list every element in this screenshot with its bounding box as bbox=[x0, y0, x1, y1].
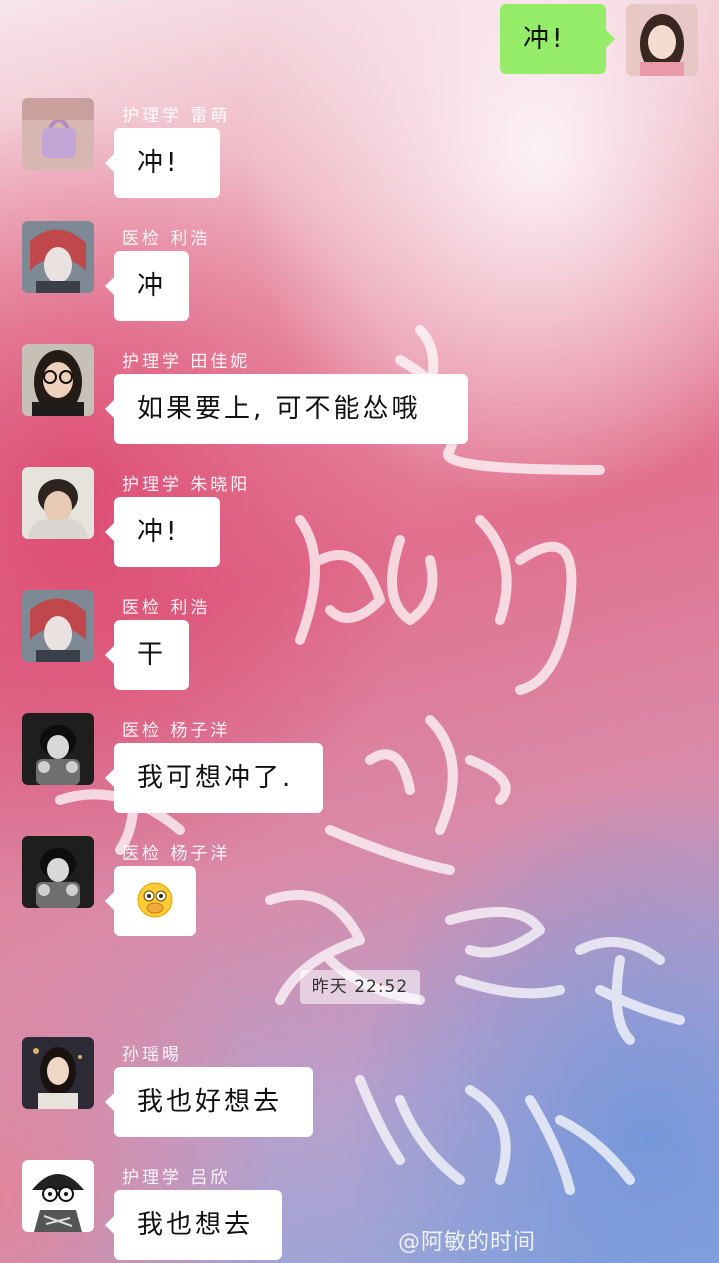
message-bubble[interactable] bbox=[105, 866, 196, 936]
avatar[interactable] bbox=[626, 4, 698, 76]
hand-over-mouth-emoji bbox=[137, 882, 173, 917]
avatar[interactable] bbox=[22, 98, 94, 170]
chat-timestamp: 昨天 22:52 bbox=[300, 970, 420, 1004]
message-bubble[interactable]: 如果要上, 可不能怂哦 bbox=[105, 374, 468, 444]
message-bubble[interactable]: 冲 bbox=[105, 251, 189, 321]
sender-name: 医检 利浩 bbox=[122, 229, 211, 249]
message-bubble[interactable]: 干 bbox=[105, 620, 189, 690]
message-bubble[interactable]: 冲! bbox=[500, 4, 615, 74]
sender-name: 医检 杨子洋 bbox=[122, 721, 231, 741]
avatar[interactable] bbox=[22, 1160, 94, 1232]
avatar[interactable] bbox=[22, 590, 94, 662]
wallpaper-calligraphy bbox=[55, 325, 685, 1195]
wallpaper-watermark: @阿敏的时间 bbox=[398, 1230, 537, 1255]
sender-name: 护理学 吕欣 bbox=[122, 1168, 231, 1188]
avatar[interactable] bbox=[22, 467, 94, 539]
sender-name: 护理学 朱晓阳 bbox=[122, 475, 251, 495]
sender-name: 护理学 田佳妮 bbox=[122, 352, 251, 372]
message-bubble[interactable]: 冲! bbox=[105, 497, 220, 567]
avatar[interactable] bbox=[22, 221, 94, 293]
message-bubble[interactable]: 我也好想去 bbox=[105, 1067, 313, 1137]
message-bubble[interactable]: 我可想冲了. bbox=[105, 743, 323, 813]
message-bubble[interactable]: 我也想去 bbox=[105, 1190, 282, 1260]
message-bubble[interactable]: 冲! bbox=[105, 128, 220, 198]
avatar[interactable] bbox=[22, 1037, 94, 1109]
avatar[interactable] bbox=[22, 713, 94, 785]
sender-name: 孙瑶晹 bbox=[122, 1045, 182, 1065]
sender-name: 护理学 雷萌 bbox=[122, 106, 231, 126]
sender-name: 医检 利浩 bbox=[122, 598, 211, 618]
avatar[interactable] bbox=[22, 836, 94, 908]
avatar[interactable] bbox=[22, 344, 94, 416]
sender-name: 医检 杨子洋 bbox=[122, 844, 231, 864]
